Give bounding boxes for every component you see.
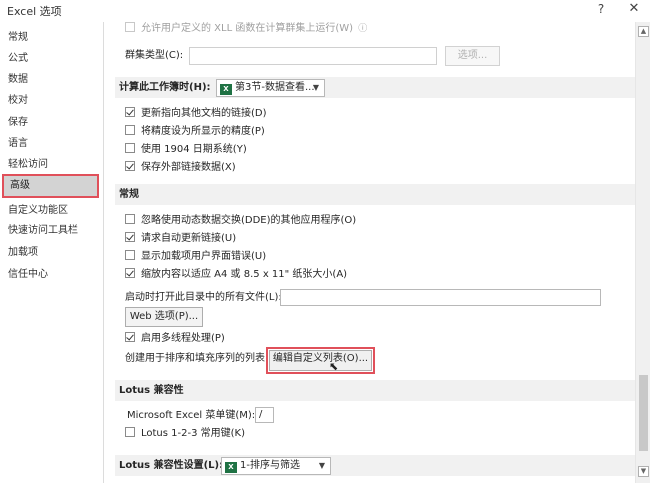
calc-workbook-header: 计算此工作簿时(H): (115, 77, 635, 98)
sidebar-item-proofing[interactable]: 校对 (8, 92, 28, 110)
lotus-nav-keys-option[interactable]: Lotus 1-2-3 常用键(K) (125, 426, 245, 442)
addin-ui-errors-checkbox[interactable] (125, 250, 135, 260)
calc-workbook-dropdown[interactable]: X 第3节-数据查看... ▼ (216, 79, 325, 97)
edit-custom-lists-button[interactable]: 编辑自定义列表(O)... (266, 347, 375, 374)
sidebar-item-save[interactable]: 保存 (8, 114, 28, 132)
xll-cluster-option[interactable]: 允许用户定义的 XLL 函数在计算群集上运行(W) ⓘ (125, 22, 367, 37)
xll-cluster-checkbox[interactable] (125, 22, 135, 32)
advanced-options-panel: 允许用户定义的 XLL 函数在计算群集上运行(W) ⓘ 群集类型(C): 选项.… (105, 22, 635, 483)
calc-workbook-value: 第3节-数据查看... (235, 82, 315, 93)
cluster-options-button[interactable]: 选项... (445, 46, 500, 66)
sidebar-item-general[interactable]: 常规 (8, 29, 28, 47)
ignore-dde-label: 忽略使用动态数据交换(DDE)的其他应用程序(O) (141, 215, 357, 226)
scale-a4-checkbox[interactable] (125, 268, 135, 278)
scroll-down-icon[interactable]: ▼ (638, 466, 649, 477)
multithread-checkbox[interactable] (125, 332, 135, 342)
scrollbar-thumb[interactable] (639, 375, 648, 451)
scroll-up-icon[interactable]: ▲ (638, 26, 649, 37)
sidebar-item-addins[interactable]: 加载项 (8, 244, 38, 262)
precision-as-displayed-option[interactable]: 将精度设为所显示的精度(P) (125, 124, 265, 140)
lotus-menu-key-input[interactable]: / (255, 407, 274, 423)
cluster-type-field[interactable] (189, 47, 437, 65)
date-1904-option[interactable]: 使用 1904 日期系统(Y) (125, 142, 247, 158)
startup-folder-label: 启动时打开此目录中的所有文件(L): (125, 292, 282, 303)
lotus-nav-keys-label: Lotus 1-2-3 常用键(K) (141, 428, 246, 439)
save-external-links-label: 保存外部链接数据(X) (141, 162, 236, 173)
sidebar-item-customize-ribbon[interactable]: 自定义功能区 (8, 202, 68, 220)
scale-a4-option[interactable]: 缩放内容以适应 A4 或 8.5 x 11" 纸张大小(A) (125, 267, 347, 283)
help-icon[interactable]: ? (595, 2, 607, 16)
vertical-scrollbar[interactable]: ▲ ▼ (635, 22, 650, 483)
lotus-settings-header: Lotus 兼容性设置(L): (115, 455, 635, 476)
edit-custom-lists-label: 编辑自定义列表(O)... (269, 350, 372, 371)
chevron-down-icon: ▼ (312, 83, 319, 92)
date-1904-checkbox[interactable] (125, 143, 135, 153)
custom-list-label: 创建用于排序和填充序列的列表: (125, 353, 269, 364)
update-links-option[interactable]: 更新指向其他文档的链接(D) (125, 106, 267, 122)
mouse-cursor-icon: ⬉ (329, 360, 339, 373)
precision-as-displayed-checkbox[interactable] (125, 125, 135, 135)
xll-cluster-label: 允许用户定义的 XLL 函数在计算群集上运行(W) (141, 23, 354, 34)
calc-workbook-label: 计算此工作簿时(H): (119, 82, 211, 93)
close-icon[interactable]: ✕ (628, 1, 640, 16)
sidebar-item-data[interactable]: 数据 (8, 71, 28, 89)
sidebar-item-formulas[interactable]: 公式 (8, 50, 28, 68)
title-bar: Excel 选项 ? ✕ (0, 0, 650, 22)
lotus-settings-value: 1-排序与筛选 (240, 460, 300, 471)
update-links-checkbox[interactable] (125, 107, 135, 117)
ignore-dde-option[interactable]: 忽略使用动态数据交换(DDE)的其他应用程序(O) (125, 213, 356, 229)
cluster-type-label: 群集类型(C): (125, 50, 184, 61)
chevron-down-icon: ▼ (318, 461, 325, 470)
sidebar-item-trust-center[interactable]: 信任中心 (8, 266, 48, 284)
info-icon: ⓘ (358, 24, 368, 34)
save-external-links-checkbox[interactable] (125, 161, 135, 171)
sidebar-item-advanced[interactable]: 高级 (2, 174, 99, 198)
multithread-option[interactable]: 启用多线程处理(P) (125, 331, 225, 347)
ask-update-links-checkbox[interactable] (125, 232, 135, 242)
addin-ui-errors-label: 显示加载项用户界面错误(U) (141, 251, 267, 262)
sidebar-item-accessibility[interactable]: 轻松访问 (8, 156, 48, 174)
date-1904-label: 使用 1904 日期系统(Y) (141, 144, 247, 155)
addin-ui-errors-option[interactable]: 显示加载项用户界面错误(U) (125, 249, 266, 265)
precision-as-displayed-label: 将精度设为所显示的精度(P) (141, 126, 265, 137)
excel-icon: X (220, 84, 232, 95)
sidebar-item-quick-access-toolbar[interactable]: 快速访问工具栏 (8, 222, 78, 240)
lotus-nav-keys-checkbox[interactable] (125, 427, 135, 437)
ask-update-links-label: 请求自动更新链接(U) (141, 233, 237, 244)
update-links-label: 更新指向其他文档的链接(D) (141, 108, 267, 119)
startup-folder-input[interactable] (280, 289, 601, 306)
scale-a4-label: 缩放内容以适应 A4 或 8.5 x 11" 纸张大小(A) (141, 269, 348, 280)
options-sidebar: 常规 公式 数据 校对 保存 语言 轻松访问 高级 自定义功能区 快速访问工具栏… (0, 22, 104, 483)
lotus-section-header: Lotus 兼容性 (115, 380, 635, 401)
sheet-icon: X (225, 462, 237, 473)
multithread-label: 启用多线程处理(P) (141, 333, 225, 344)
save-external-links-option[interactable]: 保存外部链接数据(X) (125, 160, 236, 176)
lotus-settings-label: Lotus 兼容性设置(L): (119, 460, 224, 471)
sidebar-item-language[interactable]: 语言 (8, 135, 28, 153)
ignore-dde-checkbox[interactable] (125, 214, 135, 224)
general-section-header: 常规 (115, 184, 635, 205)
lotus-settings-dropdown[interactable]: X 1-排序与筛选 ▼ (221, 457, 331, 475)
ask-update-links-option[interactable]: 请求自动更新链接(U) (125, 231, 236, 247)
web-options-button[interactable]: Web 选项(P)... (125, 307, 203, 327)
window-title: Excel 选项 (7, 5, 62, 18)
lotus-menu-key-label: Microsoft Excel 菜单键(M): (127, 410, 256, 421)
